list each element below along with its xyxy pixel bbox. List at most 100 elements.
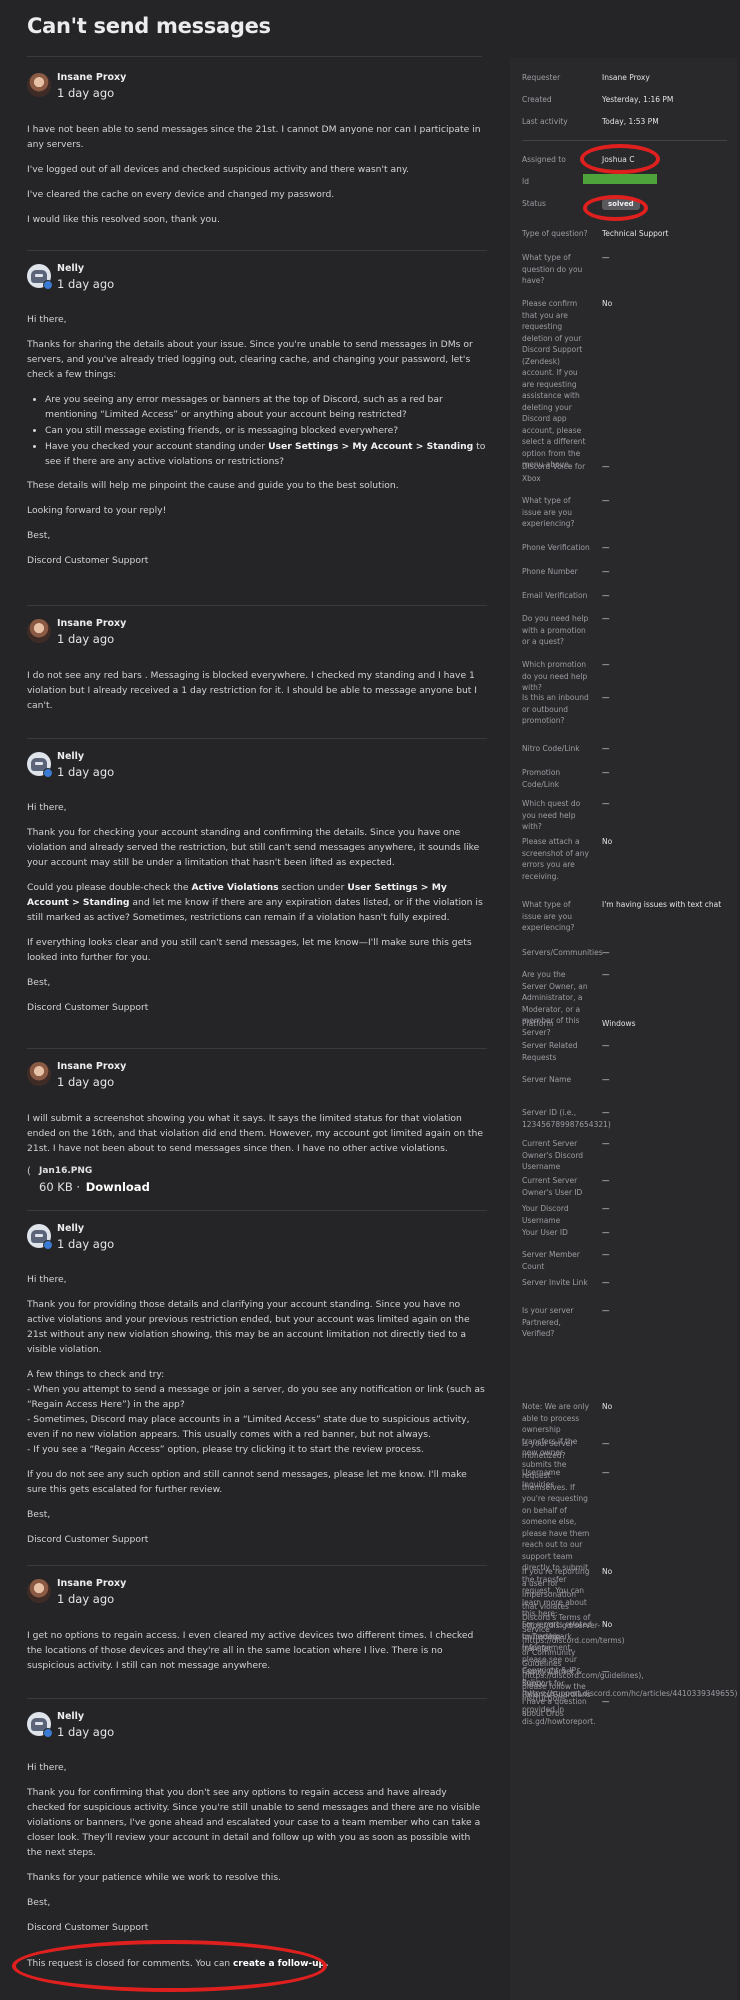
comment-author[interactable]: Insane Proxy: [57, 1061, 126, 1072]
field-label: Type of question?: [522, 229, 588, 238]
comment-paragraph: I will submit a screenshot showing you w…: [27, 1113, 484, 1154]
comment-paragraph: Best,: [27, 530, 51, 541]
comment-paragraph: Hi there,: [27, 1274, 67, 1285]
verified-badge-icon: [43, 280, 53, 290]
field-label: Phone Verification: [522, 543, 590, 552]
field-label: Server Name: [522, 1075, 572, 1084]
comment-1: Insane Proxy 1 day ago I have not been a…: [27, 72, 487, 237]
field-value: —: [602, 1250, 610, 1259]
field-label: What type of issue are you experiencing?: [522, 496, 575, 528]
field-value: —: [602, 1278, 610, 1287]
comment-3: Insane Proxy 1 day ago I do not see any …: [27, 605, 487, 723]
paperclip-icon: (: [27, 1166, 31, 1177]
field-value: —: [602, 1204, 610, 1213]
comment-author[interactable]: Nelly: [57, 263, 84, 274]
field-label: Created: [522, 95, 552, 104]
page-title: Can't send messages: [27, 14, 271, 38]
field-label: Which promotion do you need help with?: [522, 660, 588, 692]
field-value: —: [602, 970, 610, 979]
comment-paragraph: Hi there,: [27, 1762, 67, 1773]
comment-author[interactable]: Insane Proxy: [57, 618, 126, 629]
comment-paragraph: Best,: [27, 1897, 51, 1908]
user-avatar: [27, 73, 51, 97]
verified-badge-icon: [43, 768, 53, 778]
comment-paragraph: Hi there,: [27, 314, 67, 325]
field-label: Requester: [522, 73, 561, 82]
field-value: Yesterday, 1:16 PM: [602, 95, 674, 104]
field-value: —: [602, 253, 610, 262]
verified-badge-icon: [43, 1240, 53, 1250]
field-value: —: [602, 567, 610, 576]
ticket-thread: Can't send messages Insane Proxy 1 day a…: [0, 0, 500, 2000]
comment-author[interactable]: Insane Proxy: [57, 1578, 126, 1589]
field-label: Servers/Communities: [522, 948, 603, 957]
field-value: —: [602, 1041, 610, 1050]
field-label: Please attach a screenshot of any errors…: [522, 837, 589, 881]
title-divider: [27, 56, 482, 57]
field-label: Is your server monetized?: [522, 1439, 574, 1460]
comment-time: 1 day ago: [57, 277, 115, 291]
field-value: Today, 1:53 PM: [602, 117, 659, 126]
field-label: Username Inquiries: [522, 1468, 561, 1489]
field-label: Is your server Partnered, Verified?: [522, 1306, 574, 1338]
comment-signature: Discord Customer Support: [27, 1534, 149, 1545]
field-value: Windows: [602, 1019, 636, 1028]
field-label: Phone Number: [522, 567, 578, 576]
user-avatar: [27, 1579, 51, 1603]
list-item: Can you still message existing friends, …: [45, 423, 487, 438]
comment-paragraph: Thanks for your patience while we work t…: [27, 1872, 282, 1883]
user-avatar: [27, 619, 51, 643]
field-value: —: [602, 1139, 610, 1148]
field-value: No: [602, 837, 613, 846]
field-label: Email Verification: [522, 591, 588, 600]
field-label: Is this an inbound or outbound promotion…: [522, 693, 589, 725]
field-label: Current Server Owner's User ID: [522, 1176, 583, 1197]
comment-paragraph: If everything looks clear and you still …: [27, 937, 472, 963]
field-label: Status: [522, 199, 546, 208]
comment-paragraph: These details will help me pinpoint the …: [27, 480, 399, 491]
comment-paragraph: I've cleared the cache on every device a…: [27, 189, 335, 200]
field-label: Server Invite Link: [522, 1278, 588, 1287]
comment-8: Nelly 1 day ago Hi there, Thank you for …: [27, 1698, 487, 1945]
comment-time: 1 day ago: [57, 1075, 115, 1089]
field-value: —: [602, 1176, 610, 1185]
attachment-filename[interactable]: Jan16.PNG: [39, 1166, 92, 1176]
field-value: —: [602, 591, 610, 600]
comment-author[interactable]: Nelly: [57, 1711, 84, 1722]
comment-paragraph: If you do not see any such option and st…: [27, 1469, 467, 1495]
field-label: What type of issue are you experiencing?: [522, 900, 575, 932]
verified-badge-icon: [43, 1728, 53, 1738]
comment-paragraph: I get no options to regain access. I eve…: [27, 1630, 474, 1671]
comment-signature: Discord Customer Support: [27, 1002, 149, 1013]
comment-paragraph: Best,: [27, 1509, 51, 1520]
comment-author[interactable]: Nelly: [57, 1223, 84, 1234]
field-value: —: [602, 1228, 610, 1237]
field-value: No: [602, 1567, 613, 1576]
comment-time: 1 day ago: [57, 1237, 115, 1251]
download-link[interactable]: Download: [86, 1180, 150, 1194]
field-value: —: [602, 660, 610, 669]
sidebar-divider: [522, 140, 727, 141]
comment-time: 1 day ago: [57, 86, 115, 100]
field-value: —: [602, 1468, 610, 1477]
field-label: What type of question do you have?: [522, 253, 583, 285]
field-value: No: [602, 1620, 613, 1629]
comment-author[interactable]: Nelly: [57, 751, 84, 762]
field-value: —: [602, 614, 610, 623]
comment-author[interactable]: Insane Proxy: [57, 72, 126, 83]
field-value: I'm having issues with text chat: [602, 900, 722, 909]
annotation-circle-assignee: [580, 144, 660, 174]
comment-paragraph: I've logged out of all devices and check…: [27, 164, 410, 175]
field-value: —: [602, 1075, 610, 1084]
comment-paragraph: Thank you for checking your account stan…: [27, 827, 480, 868]
field-label: Last activity: [522, 117, 568, 126]
comment-paragraph: I do not see any red bars . Messaging is…: [27, 670, 478, 711]
comment-paragraph: Best,: [27, 977, 51, 988]
field-value: Insane Proxy: [602, 73, 650, 82]
comment-paragraph: Hi there,: [27, 802, 67, 813]
field-label: Which quest do you need help with?: [522, 799, 581, 831]
comment-paragraph: Thanks for sharing the details about you…: [27, 339, 473, 380]
field-value: —: [602, 744, 610, 753]
field-label: Do you need help with a promotion or a q…: [522, 614, 589, 646]
field-value: —: [602, 543, 610, 552]
